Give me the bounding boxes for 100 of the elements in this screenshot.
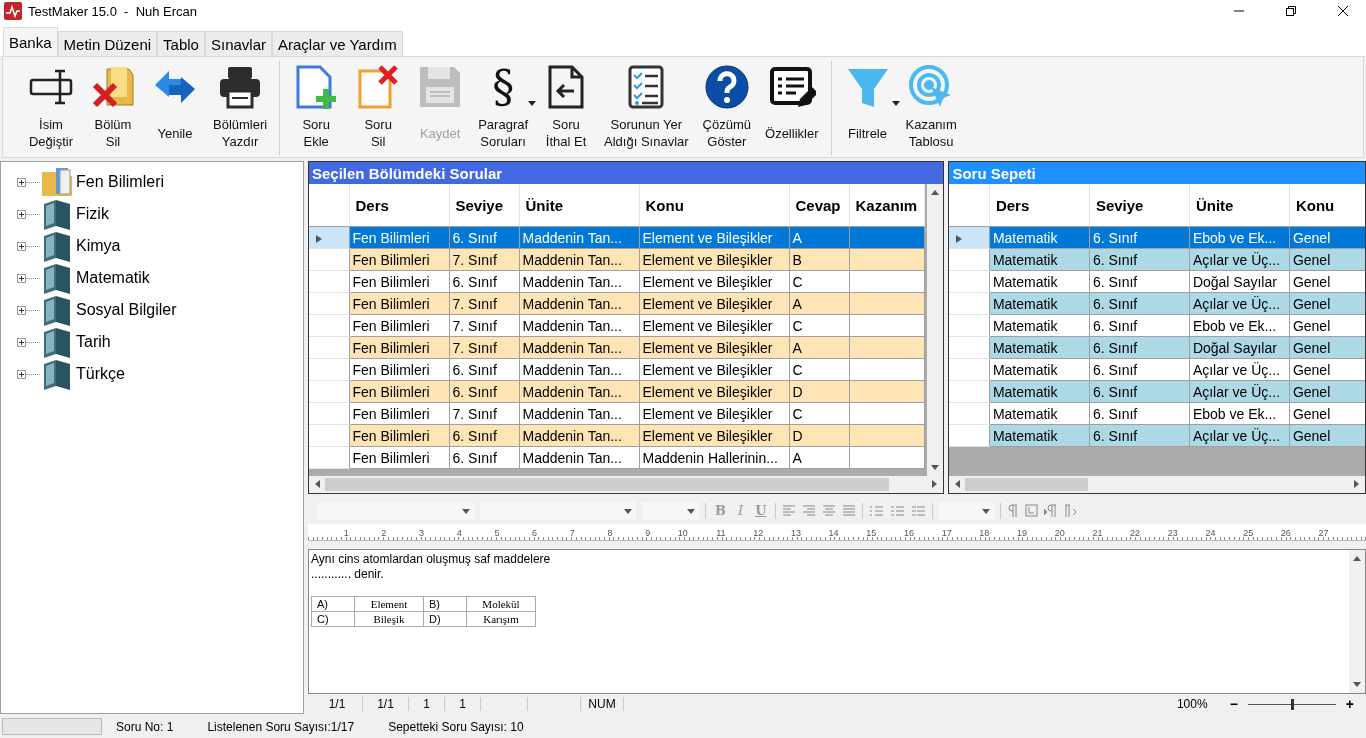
tree-item[interactable]: Fen Bilimleri [1,166,303,198]
table-cell: D [789,380,849,403]
column-header[interactable]: Ünite [1189,184,1290,227]
expand-icon[interactable] [17,241,26,251]
table-cell: Maddenin Tan... [519,226,639,249]
ribbon-button[interactable]: Soru Ekle [286,61,347,155]
expand-icon[interactable] [17,273,26,283]
table-row[interactable]: Fen Bilimleri 6. Sınıf Maddenin Tan... Element ve Bileşikler A [309,226,924,249]
column-header[interactable]: Kazanım [849,184,924,227]
spacing-dropdown[interactable] [939,502,995,520]
row-header[interactable] [949,380,990,403]
row-header[interactable] [949,424,990,447]
row-header[interactable] [949,358,990,381]
tree-item[interactable]: Kimya [1,230,303,262]
table-cell: 6. Sınıf [449,446,519,469]
column-header[interactable]: Ders [349,184,449,227]
tree-item[interactable]: Türkçe [1,358,303,390]
table-row[interactable]: Fen Bilimleri 7. Sınıf Maddenin Tan... Element ve Bileşikler A [309,292,924,315]
column-header[interactable]: Ünite [519,184,639,227]
table-cell: 7. Sınıf [449,336,519,359]
align-left-icon [782,504,797,518]
table-row[interactable]: Fen Bilimleri 6. Sınıf Maddenin Tan... Element ve Bileşikler D [309,424,924,447]
table-row[interactable]: Fen Bilimleri 7. Sınıf Maddenin Tan... Element ve Bileşikler B [309,248,924,271]
table-row[interactable]: Matematik 6. Sınıf Ebob ve Ek... Genel [949,314,1365,337]
row-header[interactable] [309,226,349,249]
table-row[interactable]: Matematik 6. Sınıf Doğal Sayılar Genel [949,336,1365,359]
table-row[interactable]: Fen Bilimleri 7. Sınıf Maddenin Tan... Element ve Bileşikler A [309,336,924,359]
column-header[interactable]: Konu [1289,184,1365,227]
ribbon-tab[interactable]: Metin Düzeni [57,31,158,57]
expand-icon[interactable] [17,369,26,379]
table-cell: 7. Sınıf [449,314,519,337]
table-row[interactable]: Matematik 6. Sınıf Açılar ve Üç... Genel [949,248,1365,271]
option-text: Molekül [466,596,536,612]
caret-icon [624,507,632,515]
row-header[interactable] [949,292,990,315]
ribbon-button[interactable]: Filtrele [837,61,898,155]
zoom-out-button[interactable]: − [1225,696,1242,713]
column-header[interactable]: Seviye [449,184,519,227]
row-header[interactable] [949,248,990,271]
column-header[interactable]: Konu [639,184,789,227]
row-header[interactable] [949,270,990,293]
ribbon-button[interactable]: § Paragraf Soruları [472,61,535,155]
row-header[interactable] [949,336,990,359]
table-row[interactable]: Matematik 6. Sınıf Açılar ve Üç... Genel [949,292,1365,315]
row-header[interactable] [949,314,990,337]
vertical-scrollbar[interactable] [927,184,944,476]
table-row[interactable]: Fen Bilimleri 6. Sınıf Maddenin Tan... Element ve Bileşikler C [309,270,924,293]
table-row[interactable]: Fen Bilimleri 6. Sınıf Maddenin Tan... Element ve Bileşikler D [309,380,924,403]
question-editor[interactable]: Aynı cins atomlardan oluşmuş saf maddelere ............ denir. A) Element B) Molekül C) Bileşik D) Karışım [308,549,1366,695]
tree-item[interactable]: Matematik [1,262,303,294]
numbered-list-icon [890,505,906,517]
ribbon-button[interactable]: Bölüm Sil [83,61,143,155]
ribbon-tab[interactable]: Banka [3,27,58,57]
row-header[interactable] [949,402,990,425]
expand-icon[interactable] [17,337,26,347]
column-header[interactable]: Cevap [789,184,849,227]
slider-thumb[interactable] [1290,698,1294,710]
table-cell: 6. Sınıf [1089,248,1190,271]
table-row[interactable]: Matematik 6. Sınıf Doğal Sayılar Genel [949,270,1365,293]
ribbon-button[interactable]: Soru İthal Et [536,61,597,155]
table-row[interactable]: Fen Bilimleri 7. Sınıf Maddenin Tan... Element ve Bileşikler C [309,402,924,425]
column-header[interactable]: Ders [989,184,1090,227]
ribbon-button[interactable]: Kazanım Tablosu [899,61,963,155]
ribbon-tab[interactable]: Tablo [157,31,205,57]
table-row[interactable]: Matematik 6. Sınıf Açılar ve Üç... Genel [949,424,1365,447]
ribbon-button[interactable]: Bölümleri Yazdır [207,61,274,155]
table-row[interactable]: Fen Bilimleri 6. Sınıf Maddenin Tan... Element ve Bileşikler C [309,358,924,381]
panel-title: Seçilen Bölümdeki Sorular [309,162,944,184]
tree-item[interactable]: Tarih [1,326,303,358]
ribbon-button[interactable]: Yenile [145,61,205,155]
ribbon-tab[interactable]: Sınavlar [204,31,272,57]
expand-icon[interactable] [17,177,26,187]
table-row[interactable]: Matematik 6. Sınıf Ebob ve Ek... Genel [949,402,1365,425]
expand-icon[interactable] [17,209,26,219]
tree-item[interactable]: Fizik [1,198,303,230]
table-row[interactable]: Matematik 6. Sınıf Açılar ve Üç... Genel [949,358,1365,381]
zoom-in-button[interactable]: + [1341,696,1358,713]
row-header[interactable] [949,226,990,249]
question-text: Aynı cins atomlardan oluşmuş saf maddelere ............ denir. [311,552,552,583]
ribbon-button[interactable]: Özellikler [759,61,825,155]
vertical-scrollbar[interactable] [1349,550,1365,694]
table-cell: Element ve Bileşikler [639,424,789,447]
table-row[interactable]: Fen Bilimleri 7. Sınıf Maddenin Tan... Element ve Bileşikler C [309,314,924,337]
ribbon-button[interactable]: İsim Değiştir [21,61,81,155]
size-dropdown[interactable] [642,502,699,520]
option-letter: C) [311,611,355,627]
expand-icon[interactable] [17,305,26,315]
ribbon-button[interactable]: Çözümü Göster [696,61,758,155]
column-header[interactable]: Seviye [1089,184,1190,227]
table-row[interactable]: Matematik 6. Sınıf Açılar ve Üç... Genel [949,380,1365,403]
table-cell: Fen Bilimleri [349,292,449,315]
ribbon-tab[interactable]: Araçlar ve Yardım [272,31,403,57]
ribbon-button[interactable]: Sorunun Yer Aldığı Sınavlar [598,61,695,155]
table-row[interactable]: Matematik 6. Sınıf Ebob ve Ek... Genel [949,226,1365,249]
ribbon-button[interactable]: Soru Sil [348,61,409,155]
tree-item[interactable]: Sosyal Bilgiler [1,294,303,326]
table-cell: C [789,270,849,293]
table-row[interactable]: Fen Bilimleri 6. Sınıf Maddenin Tan... Maddenin Hallerinin... A [309,446,924,469]
table-cell: Fen Bilimleri [349,446,449,469]
table-cell: Fen Bilimleri [349,226,449,249]
